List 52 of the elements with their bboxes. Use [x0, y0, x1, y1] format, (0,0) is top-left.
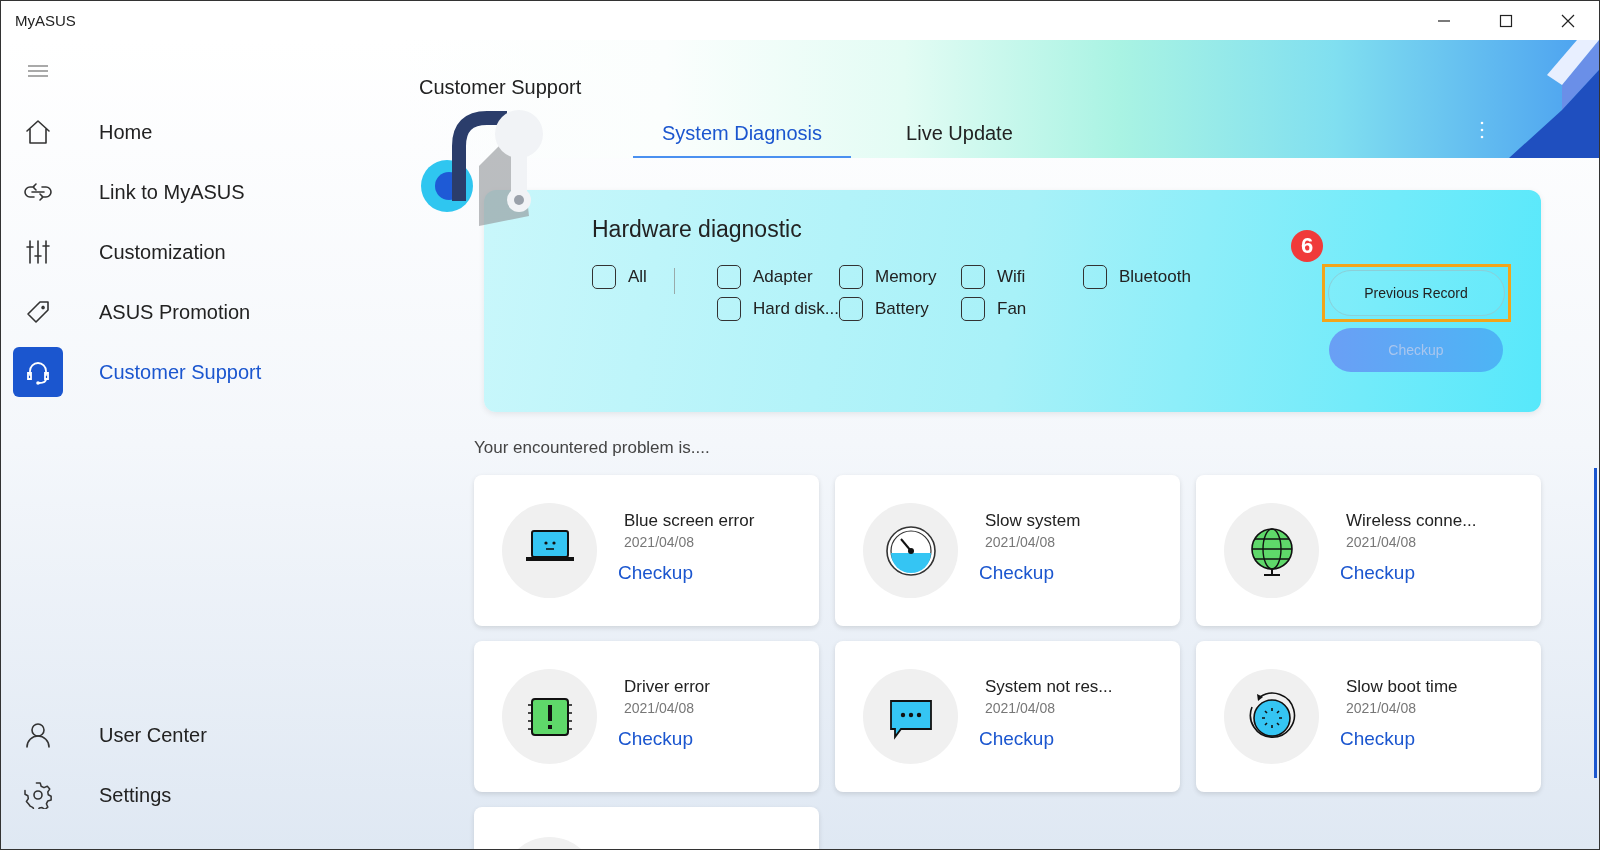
- sliders-icon: [24, 238, 52, 266]
- problem-date: 2021/04/08: [1346, 534, 1417, 550]
- problem-title: Slow system: [985, 511, 1081, 531]
- problem-date: 2021/04/08: [985, 534, 1056, 550]
- tab[interactable]: System Diagnosis: [633, 110, 852, 158]
- sidebar-item[interactable]: User Center: [1, 705, 207, 765]
- checkbox[interactable]: Adapter: [717, 265, 813, 289]
- checkbox[interactable]: Fan: [961, 297, 1027, 321]
- step-badge: 6: [1291, 230, 1323, 262]
- checkup-link[interactable]: Checkup: [1340, 728, 1415, 750]
- checkup-link[interactable]: Checkup: [618, 728, 693, 750]
- problem-date: 2021/04/08: [624, 534, 695, 550]
- tag-icon: [24, 298, 52, 326]
- checkup-link[interactable]: Checkup: [1340, 562, 1415, 584]
- tab[interactable]: Live Update: [877, 110, 1042, 158]
- checkbox[interactable]: Memory: [839, 265, 937, 289]
- checkup-link[interactable]: Checkup: [979, 562, 1054, 584]
- menu-icon: [27, 64, 49, 78]
- scrollbar-thumb[interactable]: [1594, 468, 1597, 778]
- user-icon: [24, 721, 52, 749]
- checkup-link[interactable]: Checkup: [618, 562, 693, 584]
- more-icon: [1480, 121, 1484, 139]
- checkup-link[interactable]: Checkup: [979, 728, 1054, 750]
- checkbox[interactable]: All: [592, 265, 647, 289]
- sidebar-item[interactable]: Settings: [1, 765, 172, 825]
- home-icon: [24, 118, 52, 146]
- checkbox[interactable]: Hard disk...: [717, 297, 839, 321]
- problem-date: 2021/04/08: [624, 700, 695, 716]
- problem-title: Wireless conne...: [1346, 511, 1477, 531]
- sidebar-item[interactable]: Customization: [1, 222, 226, 282]
- sidebar-item[interactable]: Customer Support: [1, 342, 262, 402]
- section-title: Hardware diagnostic: [592, 216, 802, 243]
- maximize-icon: [1499, 13, 1513, 28]
- problem-title: System not res...: [985, 677, 1113, 697]
- window-title: MyASUS: [15, 12, 76, 29]
- settings-icon: [24, 781, 52, 809]
- sidebar-item[interactable]: ASUS Promotion: [1, 282, 251, 342]
- close-icon: [1561, 13, 1575, 28]
- page-title: Customer Support: [419, 76, 582, 98]
- minimize-icon: [1438, 19, 1450, 22]
- section-heading: Your encountered problem is....: [474, 438, 710, 458]
- checkbox[interactable]: Battery: [839, 297, 929, 321]
- previous-record-button[interactable]: Previous Record: [1327, 270, 1505, 316]
- checkbox[interactable]: Wifi: [961, 265, 1026, 289]
- problem-title: Driver error: [624, 677, 710, 697]
- problem-title: Slow boot time: [1346, 677, 1458, 697]
- problem-date: 2021/04/08: [1346, 700, 1417, 716]
- sidebar-item[interactable]: Home: [1, 102, 153, 162]
- sidebar-item[interactable]: Link to MyASUS: [1, 162, 245, 222]
- checkbox[interactable]: Bluetooth: [1083, 265, 1191, 289]
- problem-date: 2021/04/08: [985, 700, 1056, 716]
- problem-title: Blue screen error: [624, 511, 755, 531]
